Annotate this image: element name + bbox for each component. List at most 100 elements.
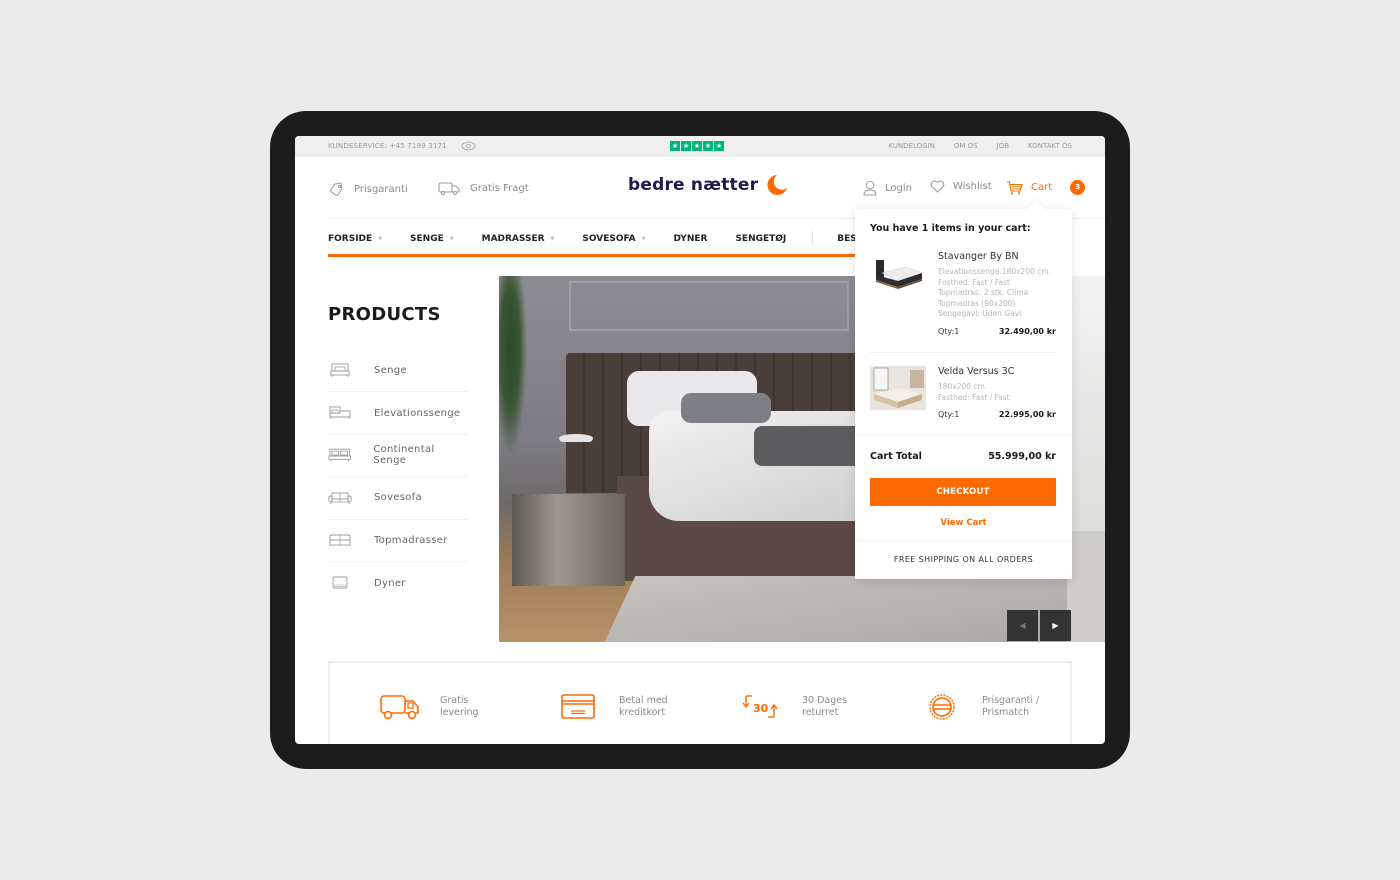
feature-price-match: Prisgaranti / Prismatch — [922, 693, 1052, 721]
perk-prisgaranti[interactable]: Prisgaranti — [328, 182, 408, 196]
login-link[interactable]: Login — [863, 180, 912, 196]
product-thumbnail-stavanger — [876, 260, 923, 289]
nav-label: SENGE — [410, 234, 444, 244]
truck-icon — [380, 695, 419, 720]
plant — [499, 276, 527, 456]
slider-prev-button[interactable]: ◀ — [1007, 610, 1038, 641]
cart-item-detail: Elevationssenge 180x200 cm. — [938, 267, 1052, 276]
nav-item-sengetoj[interactable]: SENGETØJ — [735, 233, 786, 245]
nav-item-sovesofa[interactable]: SOVESOFA ▼ — [582, 233, 645, 245]
feature-line: 30 Dages — [802, 695, 848, 706]
duvet-icon — [332, 576, 348, 589]
return-30-days-icon: 30 — [742, 695, 778, 718]
credit-card-icon — [561, 694, 595, 719]
product-category-dyner[interactable]: Dyner — [328, 562, 468, 604]
slider-next-button[interactable]: ▶ — [1040, 610, 1071, 641]
view-cart-link[interactable]: View Cart — [855, 518, 1072, 528]
nav-item-bes[interactable]: BES — [837, 233, 857, 245]
cart-item-price: 32.490,00 kr — [998, 326, 1056, 336]
cart-item-detail: Topmadras: 2 stk. Clima Topmadras (90x20… — [938, 288, 1029, 308]
bed-icon — [330, 363, 350, 377]
product-category-elevationssenge[interactable]: Elevationssenge — [328, 392, 468, 435]
heart-icon — [930, 180, 945, 193]
floor — [1067, 531, 1105, 642]
cart-icon — [1007, 180, 1023, 194]
adjustable-bed-icon — [329, 406, 351, 420]
product-thumbnail-velda — [870, 366, 926, 410]
cart-item-detail: 180x200 cm. — [938, 382, 988, 391]
nav-item-madrasser[interactable]: MADRASSER ▼ — [482, 233, 555, 245]
cart-total-value: 55.999,00 kr — [988, 451, 1056, 462]
perk-label: Gratis Fragt — [470, 183, 529, 194]
nav-label: SENGETØJ — [735, 234, 787, 244]
cart-item-qty: Qty:1 — [938, 326, 960, 336]
sofa-bed-icon — [328, 492, 352, 504]
site-logo[interactable]: bedre nætter — [628, 174, 788, 196]
nightstand — [512, 494, 625, 586]
product-category-label: Sovesofa — [374, 492, 422, 504]
product-category-label: Senge — [374, 365, 407, 377]
product-category-label: Elevationssenge — [374, 407, 461, 419]
hero-slider-controls: ◀ ▶ — [1007, 610, 1071, 641]
star-icon: ★ — [714, 141, 724, 151]
nav-label: SOVESOFA — [582, 234, 636, 244]
feature-30-day-return: 30 30 Dages returret — [742, 693, 872, 721]
top-bar: KUNDESERVICE: +45 7199 3171 ★ ★ ★ ★ ★ KU… — [295, 136, 1105, 157]
chevron-left-icon: ◀ — [1019, 621, 1026, 630]
nav-item-forside[interactable]: FORSIDE ▼ — [328, 233, 382, 245]
link-om-os[interactable]: OM OS — [954, 142, 978, 150]
wishlist-link[interactable]: Wishlist — [930, 180, 992, 193]
chevron-right-icon: ▶ — [1052, 621, 1059, 630]
cart-item-name[interactable]: Velda Versus 3C — [938, 366, 1056, 377]
divider — [855, 435, 1072, 436]
chevron-down-icon: ▼ — [550, 236, 555, 242]
logo-text: bedre nætter — [628, 175, 759, 195]
product-category-topmadrasser[interactable]: Topmadrasser — [328, 520, 468, 562]
chevron-down-icon: ▼ — [449, 236, 454, 242]
mattress-topper-icon — [329, 534, 351, 546]
link-kundelogin[interactable]: KUNDELOGIN — [888, 142, 934, 150]
feature-line: Prisgaranti / — [982, 695, 1040, 706]
cart-item-qty: Qty:1 — [938, 410, 960, 419]
product-category-label: Dyner — [374, 577, 406, 589]
top-links: KUNDELOGIN OM OS JOB KONTAKT OS — [888, 142, 1072, 150]
trustpilot-rating[interactable]: ★ ★ ★ ★ ★ — [670, 141, 724, 151]
nav-divider — [812, 231, 814, 245]
user-icon — [863, 180, 877, 196]
price-match-seal-icon — [929, 694, 955, 720]
mini-cart-heading: You have 1 items in your cart: — [870, 223, 1031, 234]
feature-line: kreditkort — [619, 707, 666, 718]
moon-icon — [767, 175, 788, 195]
divider — [855, 540, 1072, 541]
cart-item-detail: Fasthed: Fast / Fast — [938, 392, 1010, 402]
star-icon: ★ — [681, 141, 691, 151]
product-category-continental-senge[interactable]: Continental Senge — [328, 435, 468, 478]
free-shipping-note: FREE SHIPPING ON ALL ORDERS — [893, 555, 1034, 564]
throw-blanket — [754, 426, 864, 466]
mini-cart-dropdown: You have 1 items in your cart: Stavanger… — [855, 209, 1072, 579]
wishlist-label: Wishlist — [953, 181, 992, 192]
nav-item-dyner[interactable]: DYNER — [673, 233, 707, 245]
products-list: Senge Elevationssenge Continental Senge … — [328, 350, 468, 604]
eye-icon[interactable] — [461, 141, 476, 151]
cart-item-price: 22.995,00 kr — [998, 410, 1056, 419]
star-icon: ★ — [692, 141, 702, 151]
cart-count-badge: 3 — [1070, 180, 1086, 195]
price-tag-icon — [329, 182, 343, 196]
pillow — [681, 393, 771, 423]
feature-credit-card: Betal med kreditkort — [559, 693, 689, 721]
product-category-senge[interactable]: Senge — [328, 350, 468, 393]
product-category-sovesofa[interactable]: Sovesofa — [328, 477, 468, 520]
feature-line: Gratis — [440, 695, 469, 706]
cart-link[interactable]: Cart 3 — [1006, 180, 1086, 195]
cart-total-label: Cart Total — [870, 451, 922, 462]
cart-item-name[interactable]: Stavanger By BN — [938, 251, 1056, 262]
delivery-truck-icon — [438, 182, 460, 195]
feature-line: Prismatch — [982, 707, 1030, 718]
link-job[interactable]: JOB — [997, 142, 1009, 150]
nav-item-senge[interactable]: SENGE ▼ — [410, 233, 454, 245]
checkout-button[interactable]: CHECKOUT — [870, 478, 1056, 506]
link-kontakt-os[interactable]: KONTAKT OS — [1028, 142, 1072, 150]
perk-gratis-fragt[interactable]: Gratis Fragt — [438, 182, 529, 195]
star-icon: ★ — [703, 141, 713, 151]
